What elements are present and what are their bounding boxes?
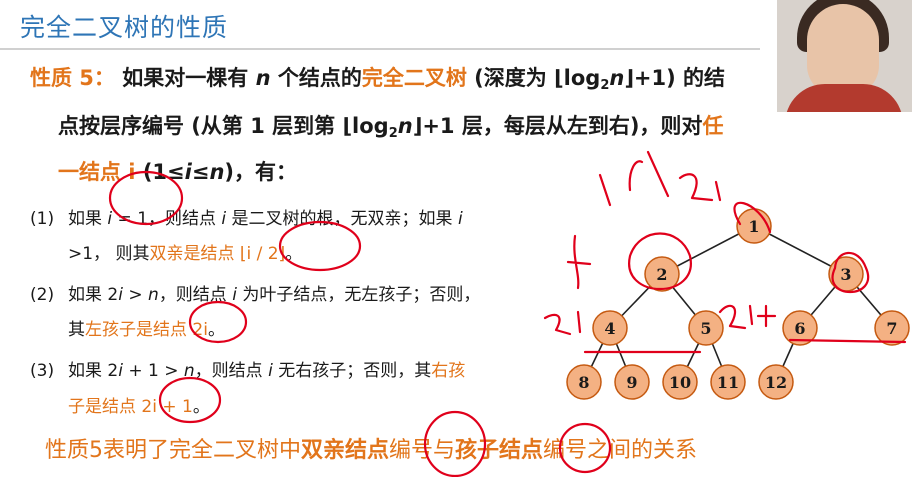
property-label: 性质 5： [30, 66, 115, 90]
summary-line: 性质5表明了完全二叉树中双亲结点编号与孩子结点编号之间的关系 [45, 438, 698, 463]
tree-node-label-2: 2 [656, 265, 667, 284]
rule-item-2-cont: 其左孩子是结点 2i。 [68, 320, 225, 340]
complete-binary-tree-diagram: 12 34 5 6 78 9 10 11 12 [566, 208, 910, 400]
tree-node-label-11: 11 [717, 373, 739, 392]
page-title: 完全二叉树的性质 [20, 13, 229, 42]
left-child-rule: 左孩子是结点 2i [85, 320, 208, 340]
tree-node-label-5: 5 [700, 319, 711, 338]
tree-node-label-6: 6 [794, 319, 805, 338]
rule-item-3: (3) 如果 2i + 1 > n，则结点 i 无右孩子；否则，其右孩 [30, 361, 466, 381]
tree-node-label-1: 1 [748, 217, 759, 236]
rule-item-2: (2) 如果 2i > n，则结点 i 为叶子结点，无左孩子；否则， [30, 285, 481, 305]
rule-item-1-cont: >1， 则其双亲是结点 ⌊i / 2⌋。 [68, 244, 303, 264]
tree-node-label-7: 7 [886, 319, 897, 338]
presenter-face [807, 4, 879, 96]
rule-item-3-cont: 子是结点 2i + 1。 [68, 397, 210, 417]
tree-node-label-3: 3 [840, 265, 851, 284]
title-divider [0, 48, 760, 50]
tree-node-label-4: 4 [604, 319, 615, 338]
presenter-shirt [785, 84, 903, 112]
parent-node-rule: 双亲是结点 ⌊i / 2⌋ [149, 244, 286, 264]
rule-item-1: (1) 如果 i = 1，则结点 i 是二叉树的根，无双亲；如果 i [30, 209, 463, 229]
highlight-complete-binary-tree: 完全二叉树 [361, 66, 467, 90]
right-child-rule: 子是结点 2i + 1 [68, 397, 193, 417]
tree-node-label-12: 12 [765, 373, 787, 392]
tree-node-label-10: 10 [669, 373, 691, 392]
tree-node-label-8: 8 [578, 373, 589, 392]
webcam-overlay [777, 0, 912, 112]
property-line-1: 性质 5： 如果对一棵有 n 个结点的完全二叉树 (深度为 ⌊log2n⌋+1)… [30, 66, 726, 93]
property-line-2: 点按层序编号 (从第 1 层到第 ⌊log2n⌋+1 层，每层从左到右)，则对任 [58, 114, 724, 141]
tree-node-label-9: 9 [626, 373, 637, 392]
property-line-3: 一结点 i (1≤i≤n)，有： [58, 160, 298, 184]
